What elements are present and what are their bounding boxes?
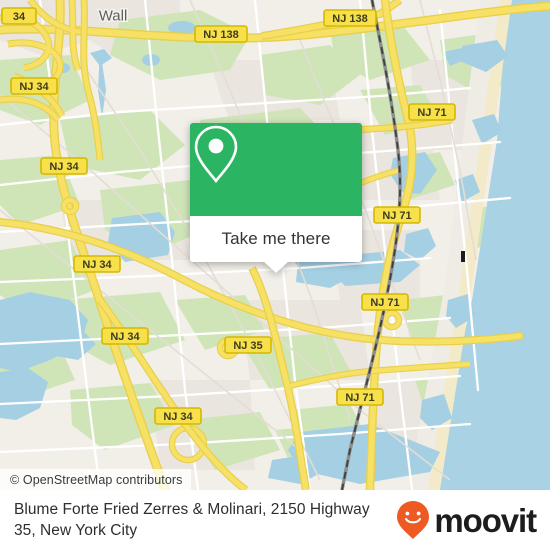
map-canvas[interactable]: Wall 34 NJ 138 NJ 138 NJ 34 NJ 71 NJ 34 NJ 71 N…: [0, 0, 550, 490]
road-shield-label: NJ 71: [382, 210, 411, 222]
callout-icon-area: [190, 123, 362, 216]
map-pin-icon: [194, 125, 238, 184]
app-screen: Wall 34 NJ 138 NJ 138 NJ 34 NJ 71 NJ 34 NJ 71 N…: [0, 0, 550, 550]
map-place-label-group: Wall: [97, 6, 129, 26]
callout-tail: [263, 261, 289, 273]
road-shield-label: NJ 71: [370, 297, 399, 309]
road-shield-nj-71: NJ 71: [373, 206, 421, 224]
road-shield-label: NJ 34: [82, 259, 112, 271]
road-shield-label: NJ 34: [19, 81, 49, 93]
moovit-logo[interactable]: moovit: [395, 500, 537, 540]
road-shield-nj-71: NJ 71: [361, 293, 409, 311]
road-shield-nj-138: NJ 138: [323, 9, 377, 27]
take-me-there-label: Take me there: [221, 229, 331, 248]
road-shield-label: NJ 35: [233, 340, 262, 352]
map-poi-marker: [461, 251, 465, 262]
road-shield-nj-71: NJ 71: [408, 103, 456, 121]
road-shield-label: NJ 34: [49, 161, 79, 173]
road-shield-nj-138: NJ 138: [194, 25, 248, 43]
destination-callout-card[interactable]: Take me there: [190, 123, 362, 273]
osm-attribution-text: © OpenStreetMap contributors: [10, 472, 183, 487]
road-shield-label: NJ 138: [332, 13, 367, 25]
osm-attribution[interactable]: © OpenStreetMap contributors: [0, 469, 191, 490]
footer-bar: Blume Forte Fried Zerres & Molinari, 215…: [0, 490, 550, 550]
road-shield-label: NJ 138: [203, 29, 238, 41]
road-shield-nj-34: NJ 34: [73, 255, 121, 273]
location-title: Blume Forte Fried Zerres & Molinari, 215…: [14, 501, 370, 539]
road-shield-nj-35: NJ 35: [224, 336, 272, 354]
road-shield-nj-34: NJ 34: [154, 407, 202, 425]
moovit-pin-smile-icon: [397, 501, 430, 539]
road-shield-nj-71: NJ 71: [336, 388, 384, 406]
road-shield-label: NJ 34: [110, 331, 140, 343]
road-shield-nj-34: NJ 34: [40, 157, 88, 175]
road-shield-label: NJ 71: [417, 107, 446, 119]
road-shield-34: 34: [1, 7, 37, 25]
road-shield-nj-34: NJ 34: [101, 327, 149, 345]
road-shield-label: 34: [13, 11, 26, 23]
road-shield-label: NJ 71: [345, 392, 374, 404]
moovit-wordmark: moovit: [434, 501, 537, 539]
road-shield-label: NJ 34: [163, 411, 193, 423]
callout-action-area[interactable]: Take me there: [190, 216, 362, 262]
map-place-label: Wall: [99, 7, 128, 24]
road-shield-nj-34: NJ 34: [10, 77, 58, 95]
